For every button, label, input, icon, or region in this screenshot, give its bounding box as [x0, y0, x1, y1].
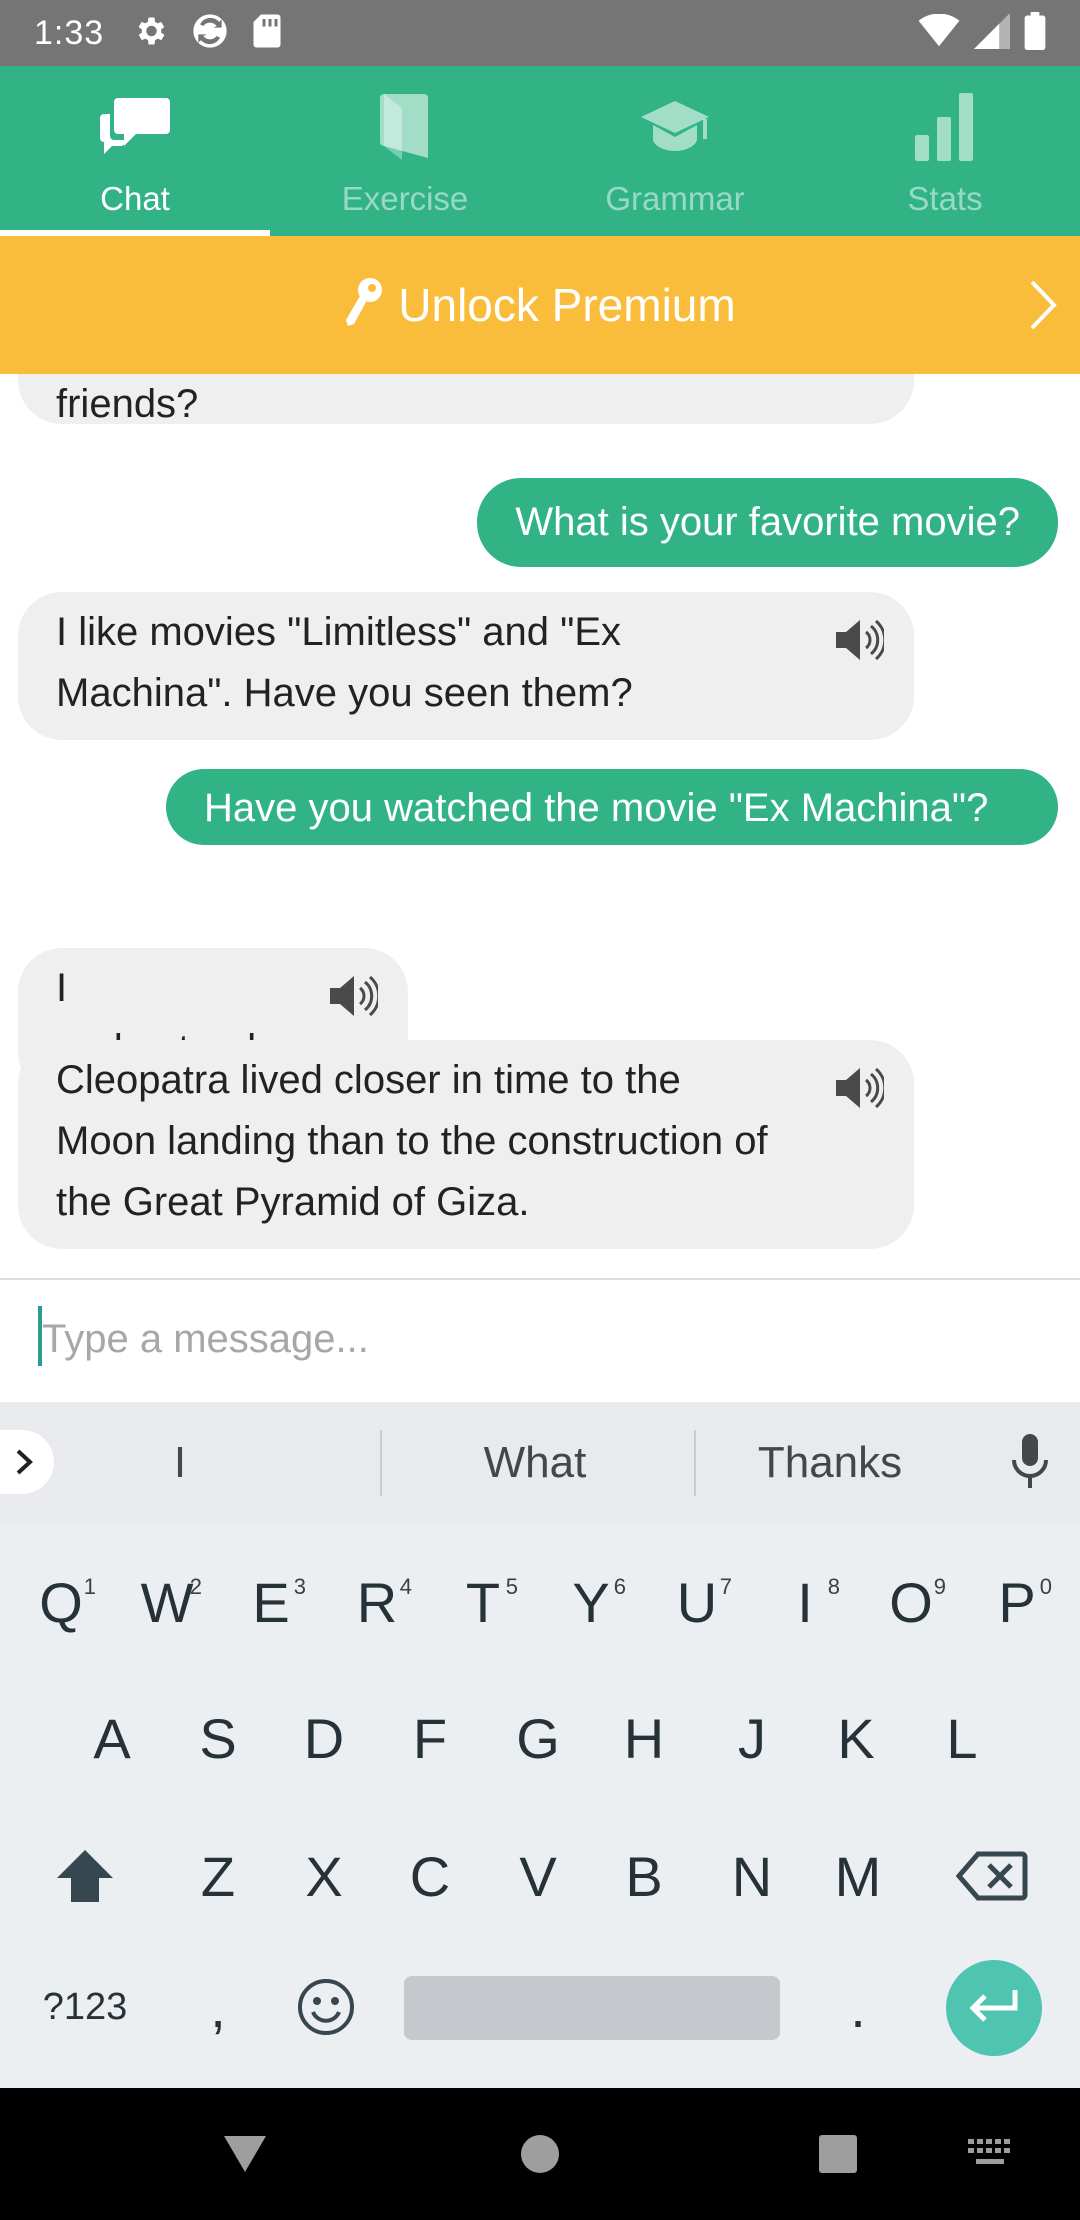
speaker-icon[interactable]	[328, 974, 381, 1036]
tab-chat[interactable]: Chat	[0, 66, 270, 236]
key-r[interactable]: R4	[332, 1552, 422, 1652]
shift-key[interactable]	[40, 1826, 130, 1926]
user-message: What is your favorite movie?	[477, 478, 1058, 567]
microphone-icon[interactable]	[1008, 1432, 1052, 1497]
chevron-right-icon	[1028, 278, 1058, 337]
backspace-key[interactable]	[944, 1826, 1040, 1926]
tab-chat-label: Chat	[100, 180, 170, 217]
tab-grammar-label: Grammar	[605, 180, 745, 217]
chat-icon	[100, 84, 170, 170]
period-key[interactable]: .	[812, 1962, 904, 2052]
key-o[interactable]: O9	[866, 1552, 956, 1652]
speaker-icon[interactable]	[834, 618, 887, 680]
message-text: Cleopatra lived closer in time to the Mo…	[56, 1058, 768, 1224]
key-j[interactable]: J	[706, 1688, 798, 1788]
home-button[interactable]	[500, 2088, 580, 2220]
message-input[interactable]	[42, 1294, 1042, 1384]
chat-messages[interactable]: friends? What is your favorite movie? I …	[0, 374, 1080, 1278]
status-bar: 1:33	[0, 0, 1080, 66]
key-p[interactable]: P0	[972, 1552, 1062, 1652]
suggestion-divider	[380, 1430, 382, 1496]
key-a[interactable]: A	[66, 1688, 158, 1788]
unlock-premium-label: Unlock Premium	[398, 279, 736, 331]
shift-icon	[57, 1850, 113, 1902]
key-c[interactable]: C	[384, 1826, 476, 1926]
key-u[interactable]: U7	[652, 1552, 742, 1652]
enter-key[interactable]	[946, 1960, 1042, 2056]
bot-message: friends?	[18, 374, 914, 426]
backspace-icon	[956, 1851, 1028, 1901]
back-button[interactable]	[210, 2088, 280, 2220]
key-m[interactable]: M	[812, 1826, 904, 1926]
emoji-key[interactable]	[280, 1962, 372, 2052]
key-z[interactable]: Z	[172, 1826, 264, 1926]
on-screen-keyboard: I What Thanks Q1 W2 E3 R4 T5 Y6 U7 I8 O9…	[0, 1402, 1080, 2088]
key-x[interactable]: X	[278, 1826, 370, 1926]
emoji-icon	[298, 1979, 354, 2035]
key-h[interactable]: H	[598, 1688, 690, 1788]
bot-message: I like movies "Limitless" and "Ex Machin…	[18, 592, 914, 740]
suggestion-3[interactable]: Thanks	[720, 1402, 940, 1524]
message-composer	[0, 1278, 1080, 1402]
key-t[interactable]: T5	[438, 1552, 528, 1652]
symbols-key[interactable]: ?123	[20, 1962, 150, 2052]
chevron-right-icon	[16, 1449, 33, 1475]
recents-square-icon	[819, 2135, 857, 2173]
key-icon	[344, 276, 384, 335]
key-v[interactable]: V	[492, 1826, 584, 1926]
message-text: I like movies "Limitless" and "Ex Machin…	[56, 610, 633, 715]
key-d[interactable]: D	[278, 1688, 370, 1788]
expand-toolbar-button[interactable]	[0, 1430, 54, 1494]
suggestion-1[interactable]: I	[120, 1402, 240, 1524]
key-b[interactable]: B	[598, 1826, 690, 1926]
tab-grammar[interactable]: Grammar	[540, 66, 810, 236]
tab-stats[interactable]: Stats	[810, 66, 1080, 236]
key-g[interactable]: G	[492, 1688, 584, 1788]
key-n[interactable]: N	[706, 1826, 798, 1926]
unlock-premium-banner[interactable]: Unlock Premium	[0, 236, 1080, 374]
battery-icon	[1024, 11, 1046, 55]
speaker-icon[interactable]	[834, 1066, 887, 1128]
sync-icon	[190, 11, 230, 56]
space-key[interactable]	[404, 1976, 780, 2040]
key-q[interactable]: Q1	[16, 1552, 106, 1652]
suggestion-bar: I What Thanks	[0, 1402, 1080, 1524]
key-e[interactable]: E3	[226, 1552, 316, 1652]
graduation-cap-icon	[639, 84, 711, 170]
key-k[interactable]: K	[810, 1688, 902, 1788]
home-circle-icon	[521, 2135, 559, 2173]
suggestion-divider	[694, 1430, 696, 1496]
tab-exercise-label: Exercise	[341, 180, 469, 217]
comma-key[interactable]: ,	[172, 1962, 264, 2052]
key-s[interactable]: S	[172, 1688, 264, 1788]
key-f[interactable]: F	[384, 1688, 476, 1788]
enter-arrow-icon	[969, 1990, 1018, 2022]
sd-card-icon	[252, 13, 282, 54]
book-icon	[378, 84, 432, 170]
system-navigation-bar	[0, 2088, 1080, 2220]
suggestion-2[interactable]: What	[420, 1402, 650, 1524]
tab-stats-label: Stats	[907, 180, 983, 217]
bar-chart-icon	[915, 84, 975, 170]
keyboard-switch-button[interactable]	[960, 2088, 1020, 2220]
bot-message: Cleopatra lived closer in time to the Mo…	[18, 1040, 914, 1249]
key-i[interactable]: I8	[760, 1552, 850, 1652]
cell-signal-icon	[974, 12, 1010, 54]
status-time: 1:33	[34, 13, 105, 52]
key-l[interactable]: L	[916, 1688, 1008, 1788]
message-text: What is your favorite movie?	[515, 500, 1020, 544]
wifi-icon	[918, 13, 960, 53]
tab-exercise[interactable]: Exercise	[270, 66, 540, 236]
user-message: Have you watched the movie "Ex Machina"?	[166, 769, 1058, 845]
keyboard-icon	[968, 2139, 1010, 2164]
recents-button[interactable]	[798, 2088, 878, 2220]
settings-gear-icon	[132, 13, 168, 54]
message-text: friends?	[56, 382, 199, 426]
key-y[interactable]: Y6	[546, 1552, 636, 1652]
message-text: Have you watched the movie "Ex Machina"?	[204, 786, 989, 830]
key-w[interactable]: W2	[122, 1552, 212, 1652]
back-triangle-icon	[224, 2136, 266, 2172]
tab-bar: Chat Exercise Grammar Stats	[0, 66, 1080, 236]
